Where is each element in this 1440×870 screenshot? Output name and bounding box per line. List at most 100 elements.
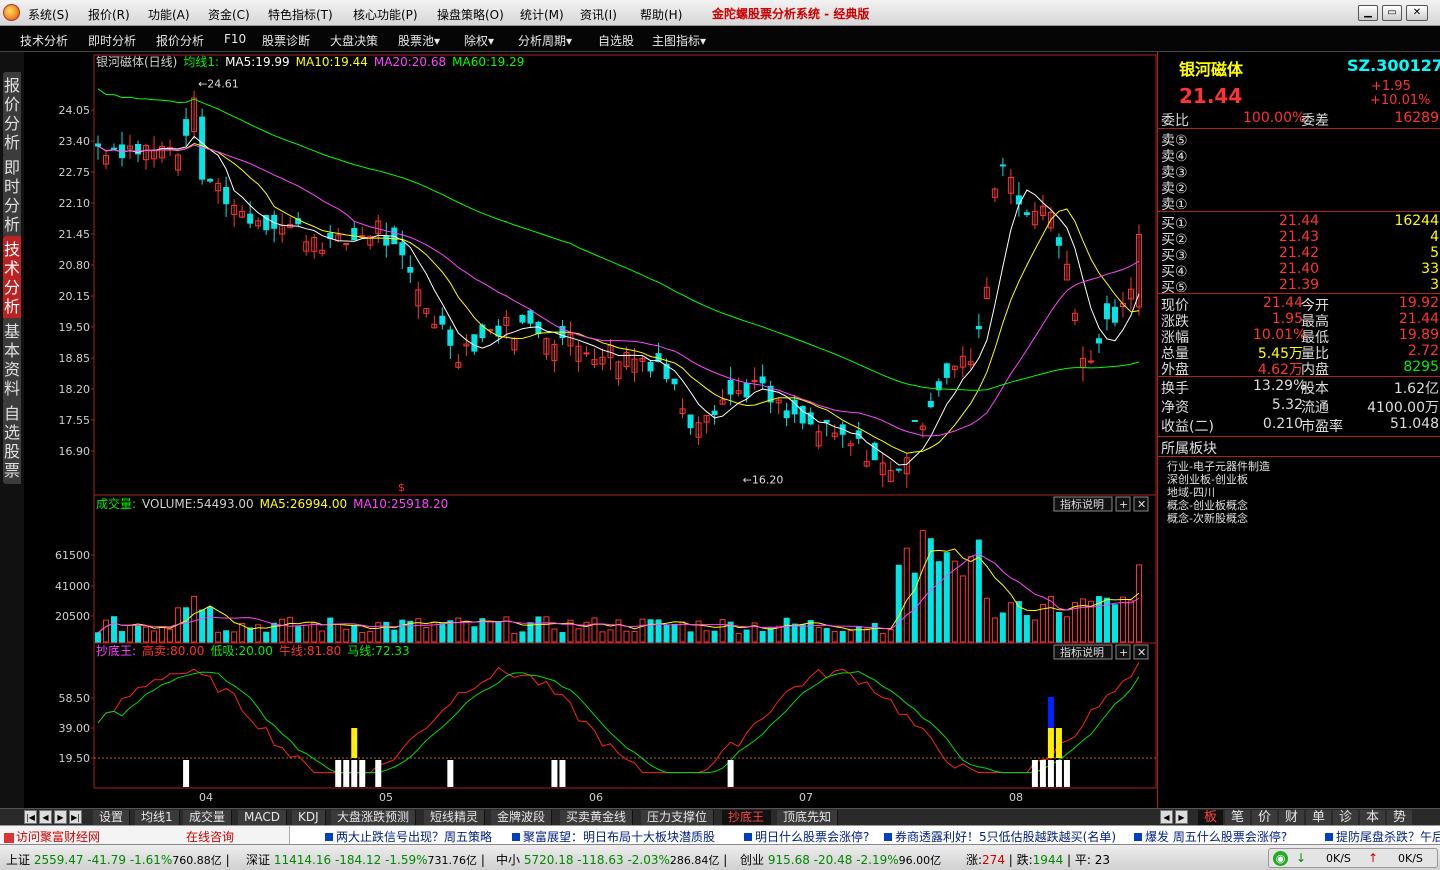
upload-arrow-icon: ↑ <box>1368 851 1379 865</box>
candle-body <box>1111 306 1118 323</box>
maximize-button[interactable]: ▭ <box>1382 5 1402 21</box>
volume-bar <box>799 624 806 643</box>
index-quote-1[interactable]: 深证 11414.16 -184.12 -1.59%731.76亿 | <box>246 851 485 868</box>
indicator-tab-3[interactable]: MACD <box>238 810 287 825</box>
volume-bar <box>519 631 526 643</box>
right-tab-7[interactable]: 势 <box>1387 810 1412 825</box>
toolbar-item-4[interactable]: 股票诊断 <box>262 32 310 49</box>
toolbar-item-9[interactable]: 自选股 <box>598 32 634 49</box>
side-tab-3[interactable]: 基本资料 <box>3 318 21 402</box>
volume-bar <box>991 617 998 643</box>
indicator-tab-10[interactable]: 抄底王 <box>722 810 772 825</box>
toolbar-item-3[interactable]: F10 <box>224 32 246 46</box>
side-tab-0[interactable]: 报价分析 <box>3 72 21 156</box>
right-tab-4[interactable]: 单 <box>1306 810 1331 825</box>
indicator-tab-5[interactable]: 大盘涨跌预测 <box>331 810 417 825</box>
volume-bar <box>735 632 742 643</box>
volume-bar <box>127 625 134 643</box>
toolbar-item-1[interactable]: 即时分析 <box>88 32 136 49</box>
signal-block <box>1047 728 1054 758</box>
side-tab-2[interactable]: 技术分析 <box>3 236 21 320</box>
right-tab-next-button[interactable]: ▶ <box>1175 810 1188 824</box>
tab-next-button[interactable]: ▶ <box>54 810 67 824</box>
news-item-5[interactable]: 提防尾盘杀跌？午后 <box>1325 828 1440 845</box>
index-quote-0[interactable]: 上证 2559.47 -41.79 -1.61%760.88亿 | <box>6 851 230 868</box>
news-item-4[interactable]: 爆发 周五什么股票会涨停? <box>1134 828 1287 845</box>
indicator-tab-8[interactable]: 买卖黄金线 <box>560 810 634 825</box>
stat-row-0: 现价 21.44 今开 19.92 <box>1161 295 1439 314</box>
price-panel-frame <box>93 54 1157 496</box>
right-tab-1[interactable]: 笔 <box>1225 810 1250 825</box>
menu-item-4[interactable]: 特色指标(T) <box>268 6 333 23</box>
menu-item-2[interactable]: 功能(A) <box>148 6 190 23</box>
toolbar-item-2[interactable]: 报价分析 <box>156 32 204 49</box>
indicator-tab-0[interactable]: 设置 <box>93 810 131 825</box>
news-item-1[interactable]: 聚富展望：明日布局十大板块潜质股 <box>512 828 715 845</box>
menu-item-0[interactable]: 系统(S) <box>28 6 69 23</box>
online-consult-link[interactable]: 在线咨询 <box>186 828 234 845</box>
right-tab-prev-button[interactable]: ◀ <box>1160 810 1173 824</box>
volume-bar <box>623 630 630 643</box>
indicator-tab-11[interactable]: 顶底先知 <box>777 810 839 825</box>
kline-chart-area[interactable]: 银河磁体(日线) 均线1: MA5:19.99 MA10:19.44 MA20:20.6… <box>24 52 1157 808</box>
volume-bar <box>967 556 974 643</box>
news-item-2[interactable]: 明日什么股票会涨停? <box>744 828 869 845</box>
toolbar-item-0[interactable]: 技术分析 <box>20 32 68 49</box>
buy-signal-bar <box>447 760 454 787</box>
volume-bar <box>463 620 470 643</box>
volume-bar <box>815 627 822 643</box>
side-tab-1[interactable]: 即时分析 <box>3 154 21 238</box>
menu-item-6[interactable]: 操盘策略(O) <box>437 6 504 23</box>
volume-bar <box>471 626 478 643</box>
toolbar-item-8[interactable]: 分析周期▾ <box>518 32 572 49</box>
minimize-button[interactable]: ▁ <box>1358 5 1378 21</box>
market-breadth: 涨:274 | 跌:1944 | 平: 23 <box>966 853 1111 867</box>
sector-item-4[interactable]: 概念-次新股概念 <box>1167 510 1440 526</box>
menu-item-1[interactable]: 报价(R) <box>88 6 130 23</box>
toolbar-item-5[interactable]: 大盘决策 <box>330 32 378 49</box>
toolbar-item-7[interactable]: 除权▾ <box>464 32 494 49</box>
indicator-tab-1[interactable]: 均线1 <box>135 810 180 825</box>
indicator-tab-9[interactable]: 压力支撑位 <box>641 810 715 825</box>
event-marker: $ <box>398 481 405 494</box>
news-item-3[interactable]: 券商透露利好！5只低估股越跌越买(名单) <box>884 828 1116 845</box>
tab-first-button[interactable]: |◀ <box>24 810 37 824</box>
volume-bar <box>111 616 118 643</box>
tab-prev-button[interactable]: ◀ <box>39 810 52 824</box>
buy-signal-bar <box>335 760 342 787</box>
volume-bar <box>903 547 910 643</box>
price-y-label: 22.10 <box>59 197 91 210</box>
news-site-link[interactable]: 访问聚富财经网 <box>4 828 100 845</box>
x-axis-label: 06 <box>589 791 603 804</box>
indicator-tab-7[interactable]: 金牌波段 <box>491 810 553 825</box>
volume-bar <box>95 632 101 643</box>
close-button[interactable]: ✕ <box>1406 5 1428 21</box>
index-quote-2[interactable]: 中小 5720.18 -118.63 -2.03%286.84亿 | <box>496 851 727 868</box>
menu-item-5[interactable]: 核心功能(P) <box>353 6 418 23</box>
toolbar-item-6[interactable]: 股票池▾ <box>398 32 440 49</box>
index-quote-3[interactable]: 创业 915.68 -20.48 -2.19%96.00亿 <box>740 851 941 868</box>
volume-bar <box>783 617 790 643</box>
price-y-label: 20.80 <box>59 259 91 272</box>
right-tab-6[interactable]: 本 <box>1360 810 1385 825</box>
right-tab-3[interactable]: 财 <box>1279 810 1304 825</box>
news-item-0[interactable]: 两大止跌信号出现？周五策略 <box>325 828 492 845</box>
indicator-tab-6[interactable]: 短线精灵 <box>424 810 486 825</box>
indicator-tab-2[interactable]: 成交量 <box>183 810 233 825</box>
indicator-tab-4[interactable]: KDJ <box>292 810 326 825</box>
news-bullet-icon <box>884 833 892 841</box>
menu-item-7[interactable]: 统计(M) <box>520 6 564 23</box>
toolbar-item-10[interactable]: 主图指标▾ <box>652 32 706 49</box>
low-price-label: ←16.20 <box>743 474 784 487</box>
tab-last-button[interactable]: ▶| <box>69 810 82 824</box>
volume-bar <box>207 606 214 643</box>
right-tab-0[interactable]: 板 <box>1198 810 1223 825</box>
menu-item-9[interactable]: 帮助(H) <box>640 6 682 23</box>
buy-signal-bar <box>1063 760 1070 787</box>
side-tab-4[interactable]: 自选股票 <box>3 400 21 484</box>
right-tab-2[interactable]: 价 <box>1252 810 1277 825</box>
right-tab-5[interactable]: 诊 <box>1333 810 1358 825</box>
menu-item-8[interactable]: 资讯(I) <box>580 6 617 23</box>
menu-item-3[interactable]: 资金(C) <box>208 6 250 23</box>
volume-bar <box>1136 564 1142 643</box>
